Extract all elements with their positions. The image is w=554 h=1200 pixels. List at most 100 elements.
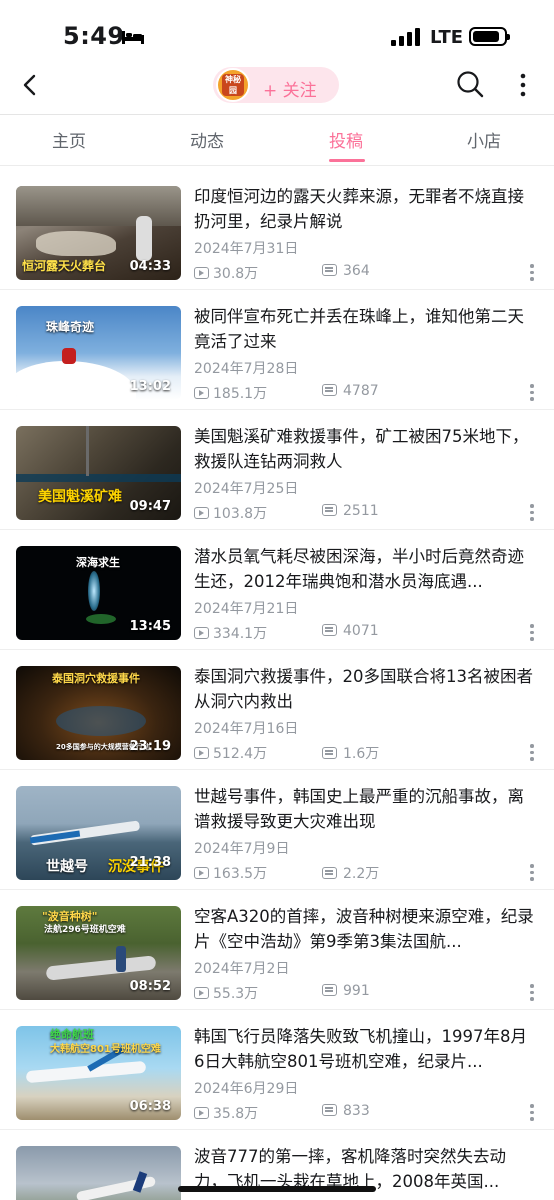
view-count: 30.8万 — [194, 263, 258, 283]
avatar-label: 神秘园 — [222, 74, 244, 96]
danmaku-count: 4787 — [322, 383, 379, 399]
play-count-icon — [194, 987, 209, 999]
view-count: 103.8万 — [194, 503, 267, 523]
view-count: 55.3万 — [194, 983, 258, 1003]
tab-shop[interactable]: 小店 — [444, 127, 524, 152]
danmaku-count: 4071 — [322, 623, 379, 639]
follow-label: + 关注 — [263, 81, 317, 101]
item-more-icon[interactable] — [530, 384, 534, 402]
video-title[interactable]: 被同伴宣布死亡并丢在珠峰上，谁知他第二天竟活了过来 — [194, 304, 536, 354]
video-thumbnail[interactable]: 恒河露天火葬台 04:33 — [16, 186, 181, 280]
video-thumbnail[interactable]: 泰国洞穴救援事件 20多国参与的大规模营救行动 23:19 — [16, 666, 181, 760]
profile-tabs: 主页 动态 投稿 小店 — [0, 114, 554, 166]
status-bar: 5:49 LTE — [0, 0, 554, 62]
thumbnail-caption: 恒河露天火葬台 — [22, 259, 107, 273]
follow-button[interactable]: 神秘园 + 关注 — [213, 67, 339, 103]
video-title[interactable]: 空客A320的首摔，波音种树梗来源空难，纪录片《空中浩劫》第9季第3集法国航..… — [194, 904, 536, 954]
video-thumbnail[interactable]: 珠峰奇迹 13:02 — [16, 306, 181, 400]
avatar[interactable]: 神秘园 — [216, 68, 250, 102]
video-title[interactable]: 印度恒河边的露天火葬来源，无罪者不烧直接扔河里，纪录片解说 — [194, 184, 536, 234]
video-date: 2024年7月28日 — [194, 361, 299, 377]
danmaku-count: 833 — [322, 1103, 370, 1119]
network-type: LTE — [430, 27, 464, 48]
play-count-icon — [194, 267, 209, 279]
thumbnail-caption: 美国魁溪矿难 — [38, 489, 122, 505]
danmaku-icon — [322, 384, 337, 396]
item-more-icon[interactable] — [530, 504, 534, 522]
play-count-icon — [194, 507, 209, 519]
danmaku-count: 2.2万 — [322, 863, 379, 883]
list-item[interactable]: "波音种树" 法航296号班机空难 08:52 空客A320的首摔，波音种树梗来… — [0, 890, 554, 1010]
thumbnail-caption: 世越号 — [46, 859, 88, 875]
list-item[interactable]: 世越号 沉没事件 21:38 世越号事件，韩国史上最严重的沉船事故，离谱救援导致… — [0, 770, 554, 890]
play-count-icon — [194, 387, 209, 399]
thumbnail-caption: 深海求生 — [76, 556, 120, 569]
home-indicator[interactable] — [178, 1186, 376, 1192]
video-duration: 09:47 — [129, 499, 171, 514]
danmaku-icon — [322, 747, 337, 759]
danmaku-icon — [322, 867, 337, 879]
video-date: 2024年7月16日 — [194, 721, 299, 737]
video-thumbnail[interactable]: 美国魁溪矿难 09:47 — [16, 426, 181, 520]
back-arrow-icon[interactable] — [18, 72, 44, 98]
video-date: 2024年7月9日 — [194, 841, 290, 857]
video-date: 2024年7月2日 — [194, 961, 290, 977]
more-options-icon[interactable] — [516, 72, 530, 98]
item-more-icon[interactable] — [530, 264, 534, 282]
view-count: 512.4万 — [194, 743, 267, 763]
battery-icon — [469, 27, 510, 46]
video-title[interactable]: 潜水员氧气耗尽被困深海，半小时后竟然奇迹生还，2012年瑞典饱和潜水员海底遇..… — [194, 544, 536, 594]
item-more-icon[interactable] — [530, 1104, 534, 1122]
video-thumbnail[interactable]: "波音种树" 法航296号班机空难 08:52 — [16, 906, 181, 1000]
list-item[interactable]: 泰国洞穴救援事件 20多国参与的大规模营救行动 23:19 泰国洞穴救援事件，2… — [0, 650, 554, 770]
tab-home[interactable]: 主页 — [29, 127, 109, 152]
danmaku-icon — [322, 624, 337, 636]
list-item[interactable]: 美国魁溪矿难 09:47 美国魁溪矿难救援事件，矿工被困75米地下，救援队连钻两… — [0, 410, 554, 530]
search-icon[interactable] — [456, 70, 484, 98]
video-duration: 23:19 — [129, 739, 171, 754]
video-duration: 13:45 — [129, 619, 171, 634]
video-thumbnail[interactable]: 绝命航班 大韩航空801号班机空难 06:38 — [16, 1026, 181, 1120]
view-count: 35.8万 — [194, 1103, 258, 1123]
video-date: 2024年6月29日 — [194, 1081, 299, 1097]
play-count-icon — [194, 1107, 209, 1119]
video-duration: 06:38 — [129, 1099, 171, 1114]
list-item[interactable]: 深海求生 13:45 潜水员氧气耗尽被困深海，半小时后竟然奇迹生还，2012年瑞… — [0, 530, 554, 650]
item-more-icon[interactable] — [530, 744, 534, 762]
play-count-icon — [194, 627, 209, 639]
thumbnail-subcaption: 法航296号班机空难 — [44, 925, 126, 935]
danmaku-count: 364 — [322, 263, 370, 279]
cellular-signal-icon — [391, 28, 420, 46]
play-count-icon — [194, 747, 209, 759]
item-more-icon[interactable] — [530, 984, 534, 1002]
thumbnail-caption: 泰国洞穴救援事件 — [52, 672, 140, 685]
video-title[interactable]: 泰国洞穴救援事件，20多国联合将13名被困者从洞穴内救出 — [194, 664, 536, 714]
video-title[interactable]: 美国魁溪矿难救援事件，矿工被困75米地下，救援队连钻两洞救人 — [194, 424, 536, 474]
video-title[interactable]: 世越号事件，韩国史上最严重的沉船事故，离谱救援导致更大灾难出现 — [194, 784, 536, 834]
active-tab-indicator — [329, 159, 365, 162]
view-count: 163.5万 — [194, 863, 267, 883]
video-thumbnail[interactable] — [16, 1146, 181, 1200]
tab-dynamics[interactable]: 动态 — [167, 127, 247, 152]
danmaku-icon — [322, 984, 337, 996]
item-more-icon[interactable] — [530, 624, 534, 642]
video-thumbnail[interactable]: 世越号 沉没事件 21:38 — [16, 786, 181, 880]
item-more-icon[interactable] — [530, 864, 534, 882]
view-count: 334.1万 — [194, 623, 267, 643]
video-duration: 04:33 — [129, 259, 171, 274]
danmaku-icon — [322, 504, 337, 516]
list-item[interactable]: 珠峰奇迹 13:02 被同伴宣布死亡并丢在珠峰上，谁知他第二天竟活了过来 202… — [0, 290, 554, 410]
danmaku-count: 1.6万 — [322, 743, 379, 763]
play-count-icon — [194, 867, 209, 879]
thumbnail-subcaption: 大韩航空801号班机空难 — [50, 1044, 161, 1055]
danmaku-icon — [322, 264, 337, 276]
video-thumbnail[interactable]: 深海求生 13:45 — [16, 546, 181, 640]
video-duration: 13:02 — [129, 379, 171, 394]
thumbnail-caption: 珠峰奇迹 — [46, 320, 95, 334]
list-item[interactable]: 恒河露天火葬台 04:33 印度恒河边的露天火葬来源，无罪者不烧直接扔河里，纪录… — [0, 170, 554, 290]
tab-uploads[interactable]: 投稿 — [306, 127, 386, 152]
list-item[interactable]: 绝命航班 大韩航空801号班机空难 06:38 韩国飞行员降落失败致飞机撞山，1… — [0, 1010, 554, 1130]
danmaku-icon — [322, 1104, 337, 1116]
video-title[interactable]: 韩国飞行员降落失败致飞机撞山，1997年8月6日大韩航空801号班机空难，纪录片… — [194, 1024, 536, 1074]
video-date: 2024年7月21日 — [194, 601, 299, 617]
